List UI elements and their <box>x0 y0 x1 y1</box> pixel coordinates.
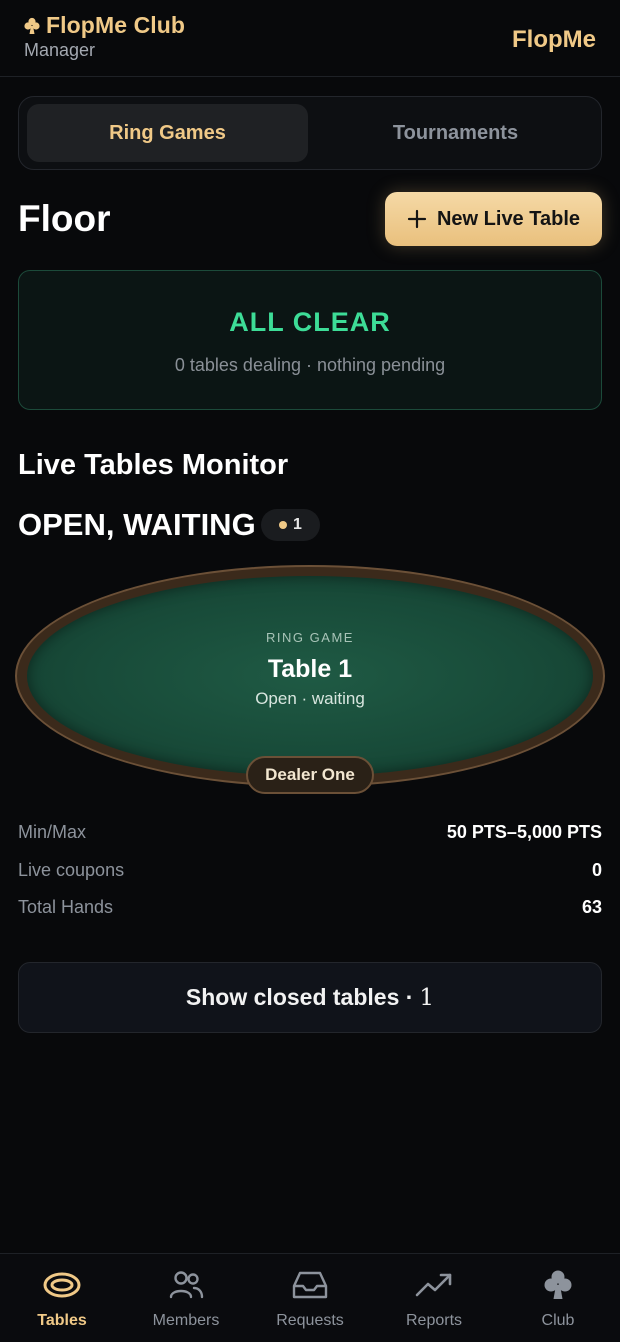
dealer-badge[interactable]: Dealer One <box>246 756 374 794</box>
stat-row-live-coupons: Live coupons 0 <box>18 858 602 882</box>
table-type: RING GAME <box>266 630 354 645</box>
tab-label: Members <box>152 1312 220 1329</box>
plus-icon <box>407 209 427 229</box>
club-name: FlopMe Club <box>46 12 186 38</box>
tab-label: Club <box>541 1312 575 1329</box>
stat-value: 63 <box>581 896 602 917</box>
tab-label: Tables <box>37 1312 87 1329</box>
tab-tables[interactable]: Tables <box>0 1254 124 1342</box>
club-suit-icon <box>24 17 40 34</box>
app-header: FlopMe Club Manager FlopMe <box>0 0 620 77</box>
new-live-table-button[interactable]: New Live Table <box>385 192 602 246</box>
stat-value: 50 PTS–5,000 PTS <box>446 821 602 842</box>
show-closed-tables-label: Show closed tables · <box>185 984 414 1010</box>
stat-row-total-hands: Total Hands 63 <box>18 895 602 919</box>
game-type-switcher: Ring Games Tournaments <box>18 96 602 170</box>
app-logo[interactable]: FlopMe <box>512 26 596 54</box>
tab-members[interactable]: Members <box>124 1254 248 1342</box>
new-live-table-label: New Live Table <box>436 207 580 230</box>
stat-label: Total Hands <box>18 896 114 917</box>
stat-value: 0 <box>591 859 602 880</box>
status-dot-icon <box>279 521 288 529</box>
stat-row-min-max: Min/Max 50 PTS–5,000 PTS <box>18 820 602 844</box>
tab-club[interactable]: Club <box>496 1254 620 1342</box>
status-card: ALL CLEAR 0 tables dealing · nothing pen… <box>18 270 602 410</box>
table-name: Table 1 <box>267 655 353 683</box>
section-title: Live Tables Monitor <box>18 449 289 481</box>
user-role: Manager <box>24 40 96 60</box>
inbox-icon <box>292 1271 328 1299</box>
status-card-subtitle: 0 tables dealing · nothing pending <box>174 355 446 375</box>
group-count: 1 <box>293 516 302 533</box>
group-title: OPEN, WAITING <box>18 507 256 542</box>
club-brand[interactable]: FlopMe Club <box>24 12 185 39</box>
bottom-tab-bar: Tables Members Requests Reports Club <box>0 1253 620 1342</box>
tab-label: Reports <box>405 1312 463 1329</box>
members-icon <box>169 1271 204 1299</box>
tab-ring-games[interactable]: Ring Games <box>27 104 308 162</box>
trend-icon <box>415 1273 452 1297</box>
closed-tables-count: 1 <box>419 984 435 1011</box>
status-card-title: ALL CLEAR <box>229 307 391 337</box>
club-suit-icon <box>544 1270 572 1299</box>
stat-label: Live coupons <box>18 859 125 880</box>
page-title: Floor <box>18 198 111 239</box>
group-count-badge: 1 <box>261 509 320 541</box>
table-status: Open · waiting <box>255 689 365 708</box>
table-icon <box>43 1272 81 1298</box>
tab-reports[interactable]: Reports <box>372 1254 496 1342</box>
tab-label: Requests <box>276 1312 344 1329</box>
stat-label: Min/Max <box>18 821 87 842</box>
tab-tournaments[interactable]: Tournaments <box>315 104 596 162</box>
tab-requests[interactable]: Requests <box>248 1254 372 1342</box>
show-closed-tables-button[interactable]: Show closed tables · 1 <box>18 962 602 1033</box>
